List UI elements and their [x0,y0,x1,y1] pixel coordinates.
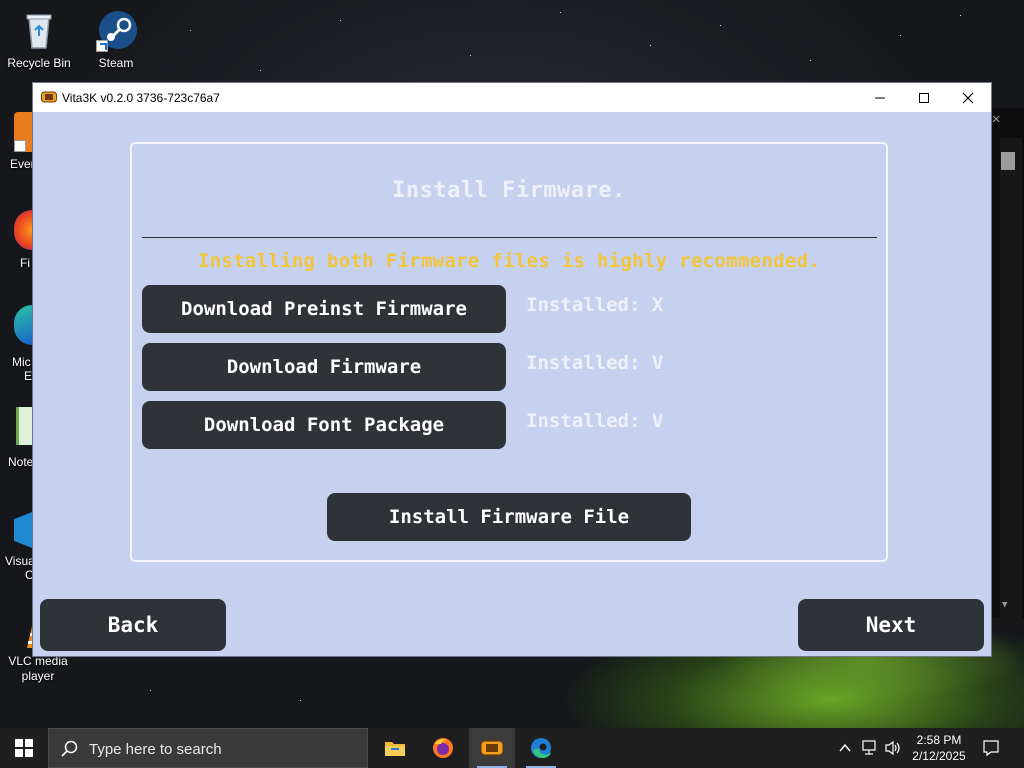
maximize-button[interactable] [901,83,947,112]
vlc-label: VLC media player [8,654,68,683]
star [720,25,721,26]
notepad-icon [16,407,32,445]
window-title: Vita3K v0.2.0 3736-723c76a7 [62,91,220,105]
download-firmware-button[interactable]: Download Firmware [142,343,506,391]
recommendation-text: Installing both Firmware files is highly… [197,250,821,272]
vscode-icon [14,512,32,548]
recycle-bin-shortcut[interactable]: Recycle Bin [1,8,77,70]
vita3k-app-icon [41,90,57,104]
install-firmware-file-button[interactable]: Install Firmware File [327,493,691,541]
star [650,45,651,46]
search-icon [61,740,78,757]
shortcut-arrow-icon [96,40,108,52]
notification-center-icon[interactable] [982,739,1000,762]
star [150,690,151,691]
evernote-label-partial: Ever [10,157,35,171]
taskbar: Type here to search 2:58 PM 2/12/2025 [0,728,1024,768]
star [960,15,961,16]
close-button[interactable] [945,83,991,112]
firefox-icon [14,210,32,250]
steam-shortcut[interactable]: Steam [78,8,154,70]
recycle-bin-label: Recycle Bin [7,56,71,70]
firefox-icon [433,738,453,758]
show-hidden-icons-chevron-icon[interactable] [838,741,852,759]
edge-label-partial-1: Mic [12,355,31,369]
star [260,70,261,71]
maximize-icon [919,92,929,103]
edge-icon [14,305,32,345]
star [810,60,811,61]
taskbar-clock[interactable]: 2:58 PM 2/12/2025 [904,732,974,764]
folder-icon [385,742,405,756]
download-preinst-firmware-button[interactable]: Download Preinst Firmware [142,285,506,333]
notepad-shortcut-partial[interactable]: Note [0,405,34,470]
windows-logo-icon [15,739,33,757]
edge-shortcut-partial[interactable]: Mic E [0,305,32,385]
taskbar-firefox[interactable] [420,728,466,768]
vscode-label-partial-1: Visua [5,554,35,568]
star [470,55,471,56]
firefox-shortcut-partial[interactable]: Fi [0,210,32,270]
background-window-scrollbar[interactable] [1000,138,1022,628]
taskbar-vita3k[interactable] [469,728,515,768]
background-window-close-icon[interactable]: ✕ [992,111,1000,127]
background-window-scroll-down-icon[interactable]: ▼ [1002,600,1007,610]
setup-content: Install Firmware. Installing both Firmwa… [33,113,991,657]
vita3k-icon [480,740,504,756]
download-font-package-button[interactable]: Download Font Package [142,401,506,449]
taskbar-file-explorer[interactable] [372,728,418,768]
minimize-icon [875,97,885,98]
clock-date: 2/12/2025 [912,749,966,763]
minimize-button[interactable] [857,83,903,112]
taskbar-edge[interactable] [518,728,564,768]
clock-time: 2:58 PM [916,733,962,747]
start-button[interactable] [0,728,48,768]
firmware-status: Installed: V [526,352,664,374]
notepad-label-partial: Note [8,455,34,469]
taskbar-search-box[interactable]: Type here to search [48,728,368,768]
font-package-status: Installed: V [526,410,664,432]
volume-icon[interactable] [884,740,902,761]
star [900,35,901,36]
back-button[interactable]: Back [40,599,226,651]
star [190,30,191,31]
recycle-bin-icon [17,8,61,52]
background-window-scroll-thumb[interactable] [1001,152,1015,170]
network-icon[interactable] [862,740,880,761]
close-icon [962,92,974,103]
evernote-shortcut-partial[interactable]: Ever [0,112,35,172]
vita3k-window: Vita3K v0.2.0 3736-723c76a7 Install Firm… [32,82,992,657]
window-titlebar[interactable]: Vita3K v0.2.0 3736-723c76a7 [33,83,991,112]
edge-label-partial-2: E [24,369,33,383]
star [340,20,341,21]
star [560,12,561,13]
steam-label: Steam [98,56,134,70]
preinst-firmware-status: Installed: X [526,294,664,316]
firmware-panel: Install Firmware. Installing both Firmwa… [130,142,888,562]
heading-divider [142,237,877,238]
search-placeholder: Type here to search [89,741,222,758]
steam-icon [94,8,138,52]
shortcut-arrow-icon [14,140,26,152]
star [300,700,301,701]
next-button[interactable]: Next [798,599,984,651]
panel-heading: Install Firmware. [392,178,626,203]
vscode-shortcut-partial[interactable]: Visua C [0,512,35,587]
edge-icon [531,738,551,758]
firefox-label-partial: Fi [20,256,30,270]
